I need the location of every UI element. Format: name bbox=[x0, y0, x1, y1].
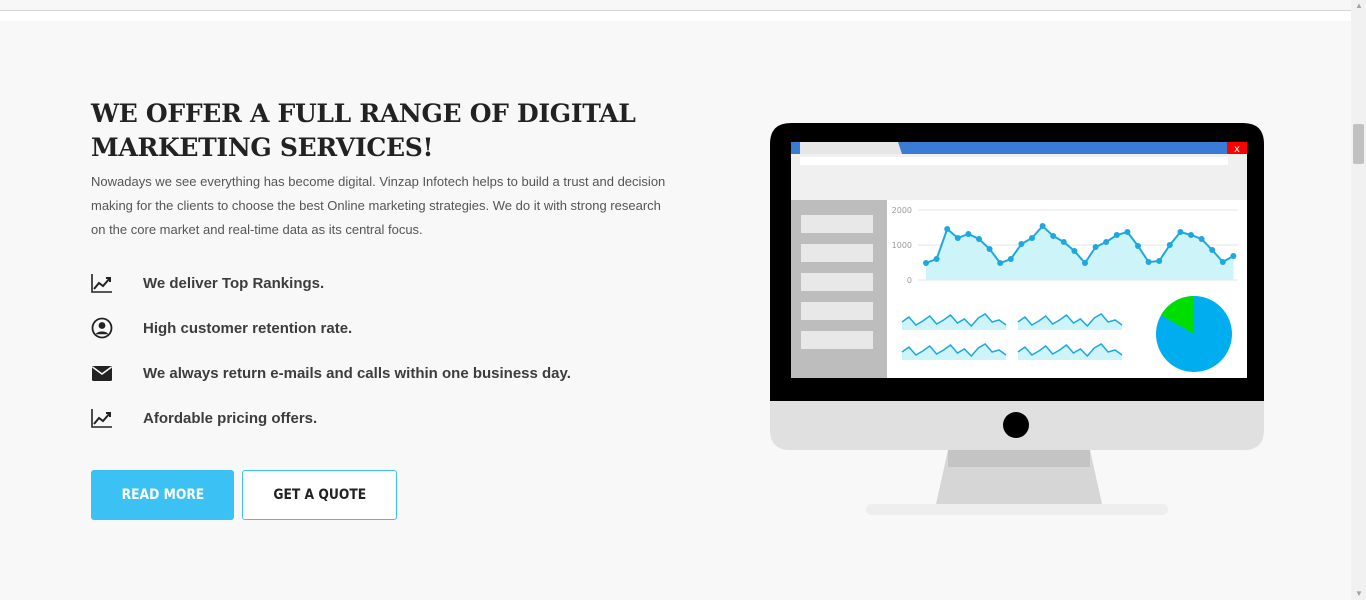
sidebar-block bbox=[801, 215, 873, 233]
window-close-icon: x bbox=[1234, 144, 1240, 155]
chart-y-tick: 0 bbox=[907, 276, 912, 285]
chart-point bbox=[976, 236, 982, 242]
envelope-icon bbox=[91, 362, 113, 384]
screen-address-bar bbox=[800, 157, 1228, 165]
chart-point bbox=[933, 256, 940, 262]
chart-point bbox=[1039, 223, 1046, 229]
trending-up-icon bbox=[91, 272, 113, 294]
chart-point bbox=[965, 231, 972, 237]
trending-up-icon bbox=[91, 407, 113, 429]
feature-label: We always return e-mails and calls withi… bbox=[143, 365, 571, 382]
chart-point bbox=[1166, 242, 1173, 248]
scroll-up-arrow-icon[interactable]: ▲ bbox=[1355, 2, 1363, 10]
read-more-button[interactable]: READ MORE bbox=[91, 470, 234, 520]
browser-top-edge bbox=[0, 0, 1351, 11]
chart-point bbox=[1092, 244, 1099, 250]
chart-point bbox=[954, 235, 961, 241]
chart-point bbox=[1007, 256, 1014, 262]
chart-point bbox=[1177, 229, 1184, 235]
chart-point bbox=[1145, 259, 1152, 265]
sidebar-block bbox=[801, 273, 873, 291]
chart-point bbox=[1209, 247, 1216, 253]
power-button-icon bbox=[1003, 412, 1029, 438]
chart-point bbox=[1230, 253, 1237, 259]
feature-item: We always return e-mails and calls withi… bbox=[91, 362, 691, 386]
chart-point bbox=[1018, 241, 1025, 247]
chart-point bbox=[944, 226, 951, 232]
chart-point bbox=[986, 246, 993, 252]
feature-label: We deliver Top Rankings. bbox=[143, 275, 325, 292]
sidebar-block bbox=[801, 302, 873, 320]
get-a-quote-button[interactable]: GET A QUOTE bbox=[242, 470, 397, 520]
sidebar-block bbox=[801, 331, 873, 349]
chart-point bbox=[1050, 233, 1057, 239]
screen-tab bbox=[800, 142, 902, 154]
feature-item: High customer retention rate. bbox=[91, 317, 691, 341]
get-a-quote-label: GET A QUOTE bbox=[273, 487, 366, 503]
sidebar-block bbox=[801, 244, 873, 262]
chart-point bbox=[1113, 232, 1120, 238]
section-title: WE OFFER A FULL RANGE OF DIGITAL MARKETI… bbox=[91, 99, 636, 162]
chart-point bbox=[1188, 232, 1194, 238]
feature-item: Afordable pricing offers. bbox=[91, 407, 691, 431]
chart-point bbox=[1071, 248, 1078, 254]
section-description: Nowadays we see everything has become di… bbox=[91, 174, 666, 237]
monitor-neck bbox=[948, 450, 1090, 467]
user-circle-icon bbox=[91, 317, 113, 339]
dashboard-pie-chart bbox=[1156, 296, 1232, 372]
chart-point bbox=[923, 260, 929, 266]
scroll-down-arrow-icon[interactable]: ▼ bbox=[1355, 590, 1363, 598]
chart-point bbox=[1135, 243, 1141, 249]
read-more-label: READ MORE bbox=[121, 487, 204, 503]
chart-y-tick: 2000 bbox=[892, 206, 912, 215]
chart-point bbox=[997, 260, 1004, 266]
chart-point bbox=[1156, 258, 1163, 264]
chart-point bbox=[1029, 235, 1035, 241]
scrollbar[interactable] bbox=[1351, 0, 1366, 600]
feature-label: High customer retention rate. bbox=[143, 320, 353, 337]
scrollbar-thumb[interactable] bbox=[1353, 124, 1364, 164]
monitor-stand-shadow bbox=[866, 504, 1168, 515]
chart-point bbox=[1219, 259, 1226, 265]
chart-point bbox=[1082, 260, 1088, 266]
chart-point bbox=[1198, 236, 1205, 242]
chart-point bbox=[1103, 239, 1110, 245]
chart-y-tick: 1000 bbox=[892, 241, 912, 250]
feature-label: Afordable pricing offers. bbox=[143, 410, 318, 427]
chart-point bbox=[1060, 239, 1067, 245]
monitor-illustration: x 2000 1000 0 bbox=[770, 123, 1264, 515]
feature-item: We deliver Top Rankings. bbox=[91, 272, 691, 296]
chart-point bbox=[1124, 229, 1131, 235]
